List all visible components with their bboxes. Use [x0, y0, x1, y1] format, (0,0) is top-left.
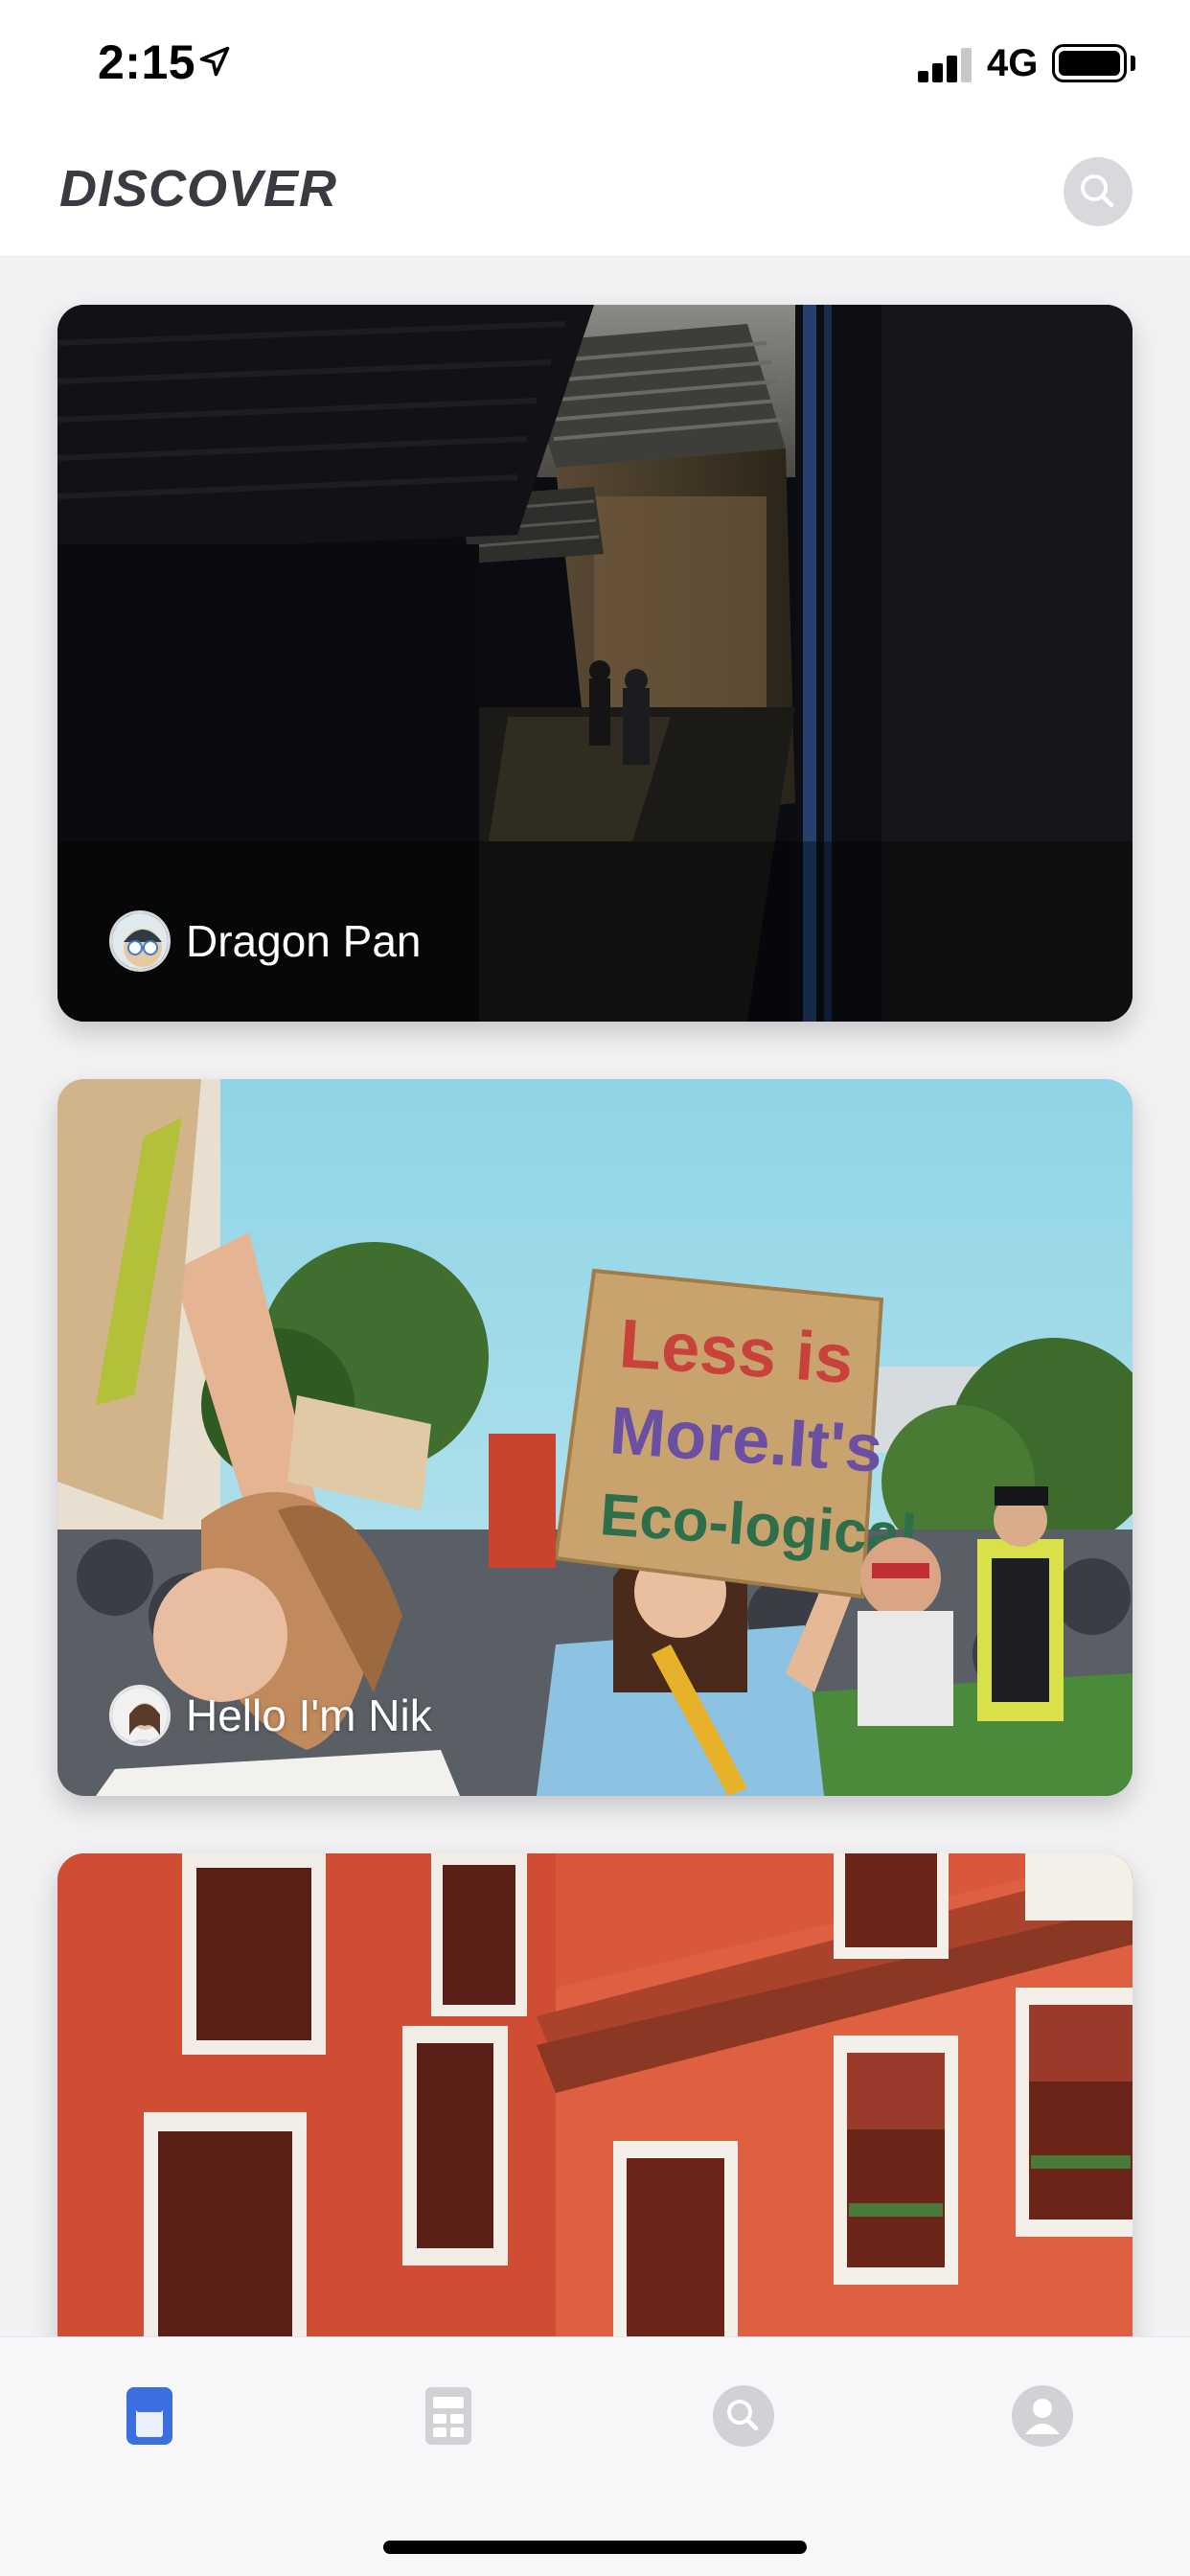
tab-discover[interactable] [111, 2378, 188, 2454]
status-bar: 2:15 4G [0, 0, 1190, 134]
page-title: DISCOVER [59, 160, 338, 218]
tab-profile[interactable] [1004, 2378, 1081, 2454]
location-arrow-icon [199, 46, 230, 77]
tab-grid[interactable] [410, 2378, 487, 2454]
battery-cap [1131, 56, 1135, 71]
discover-tab-icon [126, 2387, 172, 2445]
photo-building [57, 1853, 1133, 2336]
tab-search[interactable] [705, 2378, 782, 2454]
avatar [109, 910, 171, 972]
grid-tab-icon [425, 2387, 471, 2445]
search-icon [1081, 174, 1114, 208]
status-time: 2:15 [98, 35, 196, 89]
author-name: Hello I'm Nik [186, 1690, 432, 1740]
author-name: Dragon Pan [186, 916, 422, 966]
card-author[interactable]: Dragon Pan [109, 910, 422, 972]
signal-icon [918, 48, 973, 82]
battery-icon [1052, 44, 1127, 82]
header: DISCOVER [0, 134, 1190, 257]
header-search-button[interactable] [1064, 157, 1133, 226]
network-label: 4G [987, 42, 1039, 84]
photo-card[interactable]: Dragon Pan [57, 305, 1133, 1022]
avatar [109, 1685, 171, 1746]
photo-card[interactable]: Less is More.It's Eco-logical Hello I'm … [57, 1079, 1133, 1796]
photo-card[interactable] [57, 1853, 1133, 2336]
home-indicator[interactable] [383, 2541, 807, 2554]
search-tab-icon [713, 2385, 774, 2447]
profile-tab-icon [1012, 2385, 1073, 2447]
card-author[interactable]: Hello I'm Nik [109, 1685, 432, 1746]
svg-text:Less is: Less is [617, 1305, 856, 1398]
discover-feed[interactable]: Dragon Pan Less is More.It's Eco-logical… [0, 257, 1190, 2336]
tab-bar [0, 2336, 1190, 2576]
